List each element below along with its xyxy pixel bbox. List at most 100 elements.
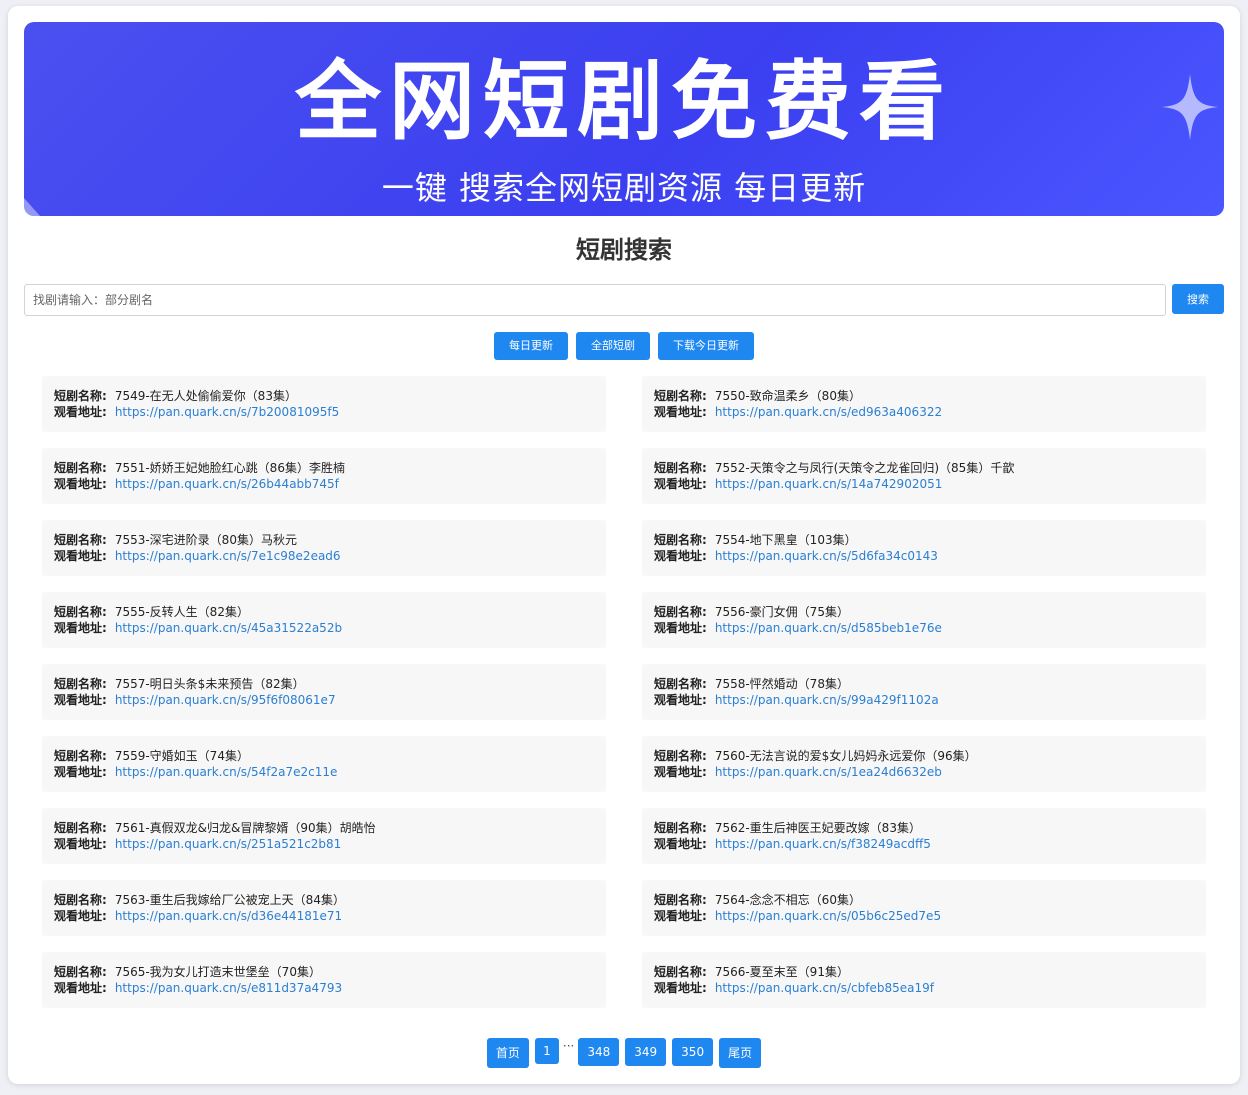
drama-name-row: 短剧名称: 7563-重生后我嫁给厂公被宠上天（84集） <box>54 892 345 908</box>
drama-card: 短剧名称: 7549-在无人处偷偷爱你（83集） 观看地址: https://pan.… <box>42 376 606 432</box>
drama-name-row: 短剧名称: 7561-真假双龙&归龙&冒牌黎婿（90集）胡皓怡 <box>54 820 376 836</box>
drama-title: 7557-明日头条$未来预告（82集） <box>114 677 305 691</box>
drama-title: 7561-真假双龙&归龙&冒牌黎婿（90集）胡皓怡 <box>114 821 376 835</box>
drama-name-label: 短剧名称: <box>54 893 107 907</box>
drama-link[interactable]: https://pan.quark.cn/s/7b20081095f5 <box>115 405 339 419</box>
drama-address-row: 观看地址: https://pan.quark.cn/s/54f2a7e2c11e <box>54 764 337 780</box>
drama-title: 7550-致命温柔乡（80集） <box>714 389 861 403</box>
drama-title: 7554-地下黑皇（103集） <box>714 533 857 547</box>
drama-card: 短剧名称: 7559-守婚如玉（74集） 观看地址: https://pan.quar… <box>42 736 606 792</box>
drama-address-label: 观看地址: <box>54 765 107 779</box>
drama-name-row: 短剧名称: 7565-我为女儿打造末世堡垒（70集） <box>54 964 321 980</box>
drama-name-label: 短剧名称: <box>54 389 107 403</box>
drama-link[interactable]: https://pan.quark.cn/s/5d6fa34c0143 <box>715 549 938 563</box>
drama-name-label: 短剧名称: <box>54 965 107 979</box>
drama-link[interactable]: https://pan.quark.cn/s/14a742902051 <box>715 477 943 491</box>
download-today-button[interactable]: 下载今日更新 <box>658 332 754 360</box>
drama-title: 7566-夏至末至（91集） <box>714 965 849 979</box>
drama-link[interactable]: https://pan.quark.cn/s/d36e44181e71 <box>115 909 342 923</box>
drama-name-label: 短剧名称: <box>654 677 707 691</box>
drama-name-label: 短剧名称: <box>654 821 707 835</box>
page-button-348[interactable]: 348 <box>578 1038 620 1066</box>
drama-address-label: 观看地址: <box>654 549 707 563</box>
drama-name-label: 短剧名称: <box>54 461 107 475</box>
drama-address-label: 观看地址: <box>654 405 707 419</box>
drama-card: 短剧名称: 7558-怦然婚动（78集） 观看地址: https://pan.quar… <box>642 664 1206 720</box>
drama-title: 7565-我为女儿打造末世堡垒（70集） <box>114 965 321 979</box>
drama-address-row: 观看地址: https://pan.quark.cn/s/95f6f08061e7 <box>54 692 336 708</box>
drama-name-row: 短剧名称: 7557-明日头条$未来预告（82集） <box>54 676 305 692</box>
drama-link[interactable]: https://pan.quark.cn/s/26b44abb745f <box>115 477 339 491</box>
drama-card: 短剧名称: 7565-我为女儿打造末世堡垒（70集） 观看地址: https://pa… <box>42 952 606 1008</box>
drama-address-label: 观看地址: <box>54 405 107 419</box>
drama-address-row: 观看地址: https://pan.quark.cn/s/7e1c98e2ead6 <box>54 548 341 564</box>
drama-address-label: 观看地址: <box>54 837 107 851</box>
search-button[interactable]: 搜索 <box>1172 284 1224 314</box>
drama-link[interactable]: https://pan.quark.cn/s/99a429f1102a <box>715 693 939 707</box>
drama-address-row: 观看地址: https://pan.quark.cn/s/f38249acdff5 <box>654 836 931 852</box>
drama-card: 短剧名称: 7553-深宅进阶录（80集）马秋元 观看地址: https://pan.… <box>42 520 606 576</box>
drama-name-row: 短剧名称: 7559-守婚如玉（74集） <box>54 748 249 764</box>
drama-name-label: 短剧名称: <box>54 821 107 835</box>
drama-address-label: 观看地址: <box>654 981 707 995</box>
drama-link[interactable]: https://pan.quark.cn/s/ed963a406322 <box>715 405 942 419</box>
drama-address-row: 观看地址: https://pan.quark.cn/s/ed963a406322 <box>654 404 942 420</box>
drama-address-row: 观看地址: https://pan.quark.cn/s/99a429f1102a <box>654 692 939 708</box>
drama-name-row: 短剧名称: 7549-在无人处偷偷爱你（83集） <box>54 388 297 404</box>
drama-card: 短剧名称: 7561-真假双龙&归龙&冒牌黎婿（90集）胡皓怡 观看地址: https… <box>42 808 606 864</box>
drama-card: 短剧名称: 7564-念念不相忘（60集） 观看地址: https://pan.qua… <box>642 880 1206 936</box>
drama-address-label: 观看地址: <box>54 549 107 563</box>
page-title: 短剧搜索 <box>576 236 672 264</box>
drama-link[interactable]: https://pan.quark.cn/s/1ea24d6632eb <box>715 765 942 779</box>
drama-link[interactable]: https://pan.quark.cn/s/f38249acdff5 <box>715 837 931 851</box>
page-button-1[interactable]: 1 <box>534 1038 559 1064</box>
page-button-349[interactable]: 349 <box>625 1038 667 1066</box>
drama-name-label: 短剧名称: <box>54 605 107 619</box>
drama-link[interactable]: https://pan.quark.cn/s/251a521c2b81 <box>115 837 342 851</box>
drama-link[interactable]: https://pan.quark.cn/s/e811d37a4793 <box>115 981 342 995</box>
drama-link[interactable]: https://pan.quark.cn/s/cbfeb85ea19f <box>715 981 934 995</box>
last-page-button[interactable]: 尾页 <box>719 1038 762 1068</box>
drama-address-row: 观看地址: https://pan.quark.cn/s/5d6fa34c0143 <box>654 548 938 564</box>
drama-address-row: 观看地址: https://pan.quark.cn/s/d36e44181e71 <box>54 908 342 924</box>
drama-link[interactable]: https://pan.quark.cn/s/05b6c25ed7e5 <box>715 909 941 923</box>
drama-name-row: 短剧名称: 7555-反转人生（82集） <box>54 604 249 620</box>
all-dramas-button[interactable]: 全部短剧 <box>576 332 650 360</box>
page-button-350[interactable]: 350 <box>672 1038 714 1066</box>
drama-address-row: 观看地址: https://pan.quark.cn/s/45a31522a52b <box>54 620 342 636</box>
daily-update-button[interactable]: 每日更新 <box>494 332 568 360</box>
drama-address-row: 观看地址: https://pan.quark.cn/s/1ea24d6632eb <box>654 764 942 780</box>
drama-name-row: 短剧名称: 7566-夏至末至（91集） <box>654 964 849 980</box>
drama-address-label: 观看地址: <box>54 909 107 923</box>
drama-link[interactable]: https://pan.quark.cn/s/45a31522a52b <box>115 621 342 635</box>
drama-name-row: 短剧名称: 7552-天策令之与凤行(天策令之龙雀回归)（85集）千歆 <box>654 460 1014 476</box>
drama-link[interactable]: https://pan.quark.cn/s/d585beb1e76e <box>715 621 942 635</box>
drama-name-label: 短剧名称: <box>654 893 707 907</box>
drama-name-label: 短剧名称: <box>654 749 707 763</box>
search-input[interactable] <box>24 284 1166 316</box>
drama-title: 7552-天策令之与凤行(天策令之龙雀回归)（85集）千歆 <box>714 461 1015 475</box>
banner-title: 全网短剧免费看 <box>295 52 953 152</box>
drama-address-label: 观看地址: <box>654 693 707 707</box>
sparkle-icon <box>1162 74 1218 140</box>
drama-link[interactable]: https://pan.quark.cn/s/7e1c98e2ead6 <box>115 549 341 563</box>
drama-link[interactable]: https://pan.quark.cn/s/95f6f08061e7 <box>115 693 336 707</box>
drama-link[interactable]: https://pan.quark.cn/s/54f2a7e2c11e <box>115 765 338 779</box>
drama-card: 短剧名称: 7566-夏至末至（91集） 观看地址: https://pan.quar… <box>642 952 1206 1008</box>
drama-name-row: 短剧名称: 7554-地下黑皇（103集） <box>654 532 857 548</box>
drama-address-row: 观看地址: https://pan.quark.cn/s/cbfeb85ea19f <box>654 980 934 996</box>
drama-title: 7551-娇娇王妃她脸红心跳（86集）李胜楠 <box>114 461 345 475</box>
drama-title: 7562-重生后神医王妃要改嫁（83集） <box>714 821 921 835</box>
first-page-button[interactable]: 首页 <box>486 1038 529 1068</box>
drama-card: 短剧名称: 7563-重生后我嫁给厂公被宠上天（84集） 观看地址: https://… <box>42 880 606 936</box>
drama-name-row: 短剧名称: 7551-娇娇王妃她脸红心跳（86集）李胜楠 <box>54 460 345 476</box>
drama-title: 7555-反转人生（82集） <box>114 605 249 619</box>
drama-name-row: 短剧名称: 7562-重生后神医王妃要改嫁（83集） <box>654 820 921 836</box>
drama-address-row: 观看地址: https://pan.quark.cn/s/05b6c25ed7e5 <box>654 908 941 924</box>
drama-title: 7560-无法言说的爱$女儿妈妈永远爱你（96集） <box>714 749 977 763</box>
drama-title: 7549-在无人处偷偷爱你（83集） <box>114 389 297 403</box>
filter-buttons: 每日更新 全部短剧 下载今日更新 <box>8 332 1240 360</box>
drama-name-label: 短剧名称: <box>654 533 707 547</box>
drama-title: 7553-深宅进阶录（80集）马秋元 <box>114 533 297 547</box>
drama-name-row: 短剧名称: 7558-怦然婚动（78集） <box>654 676 849 692</box>
